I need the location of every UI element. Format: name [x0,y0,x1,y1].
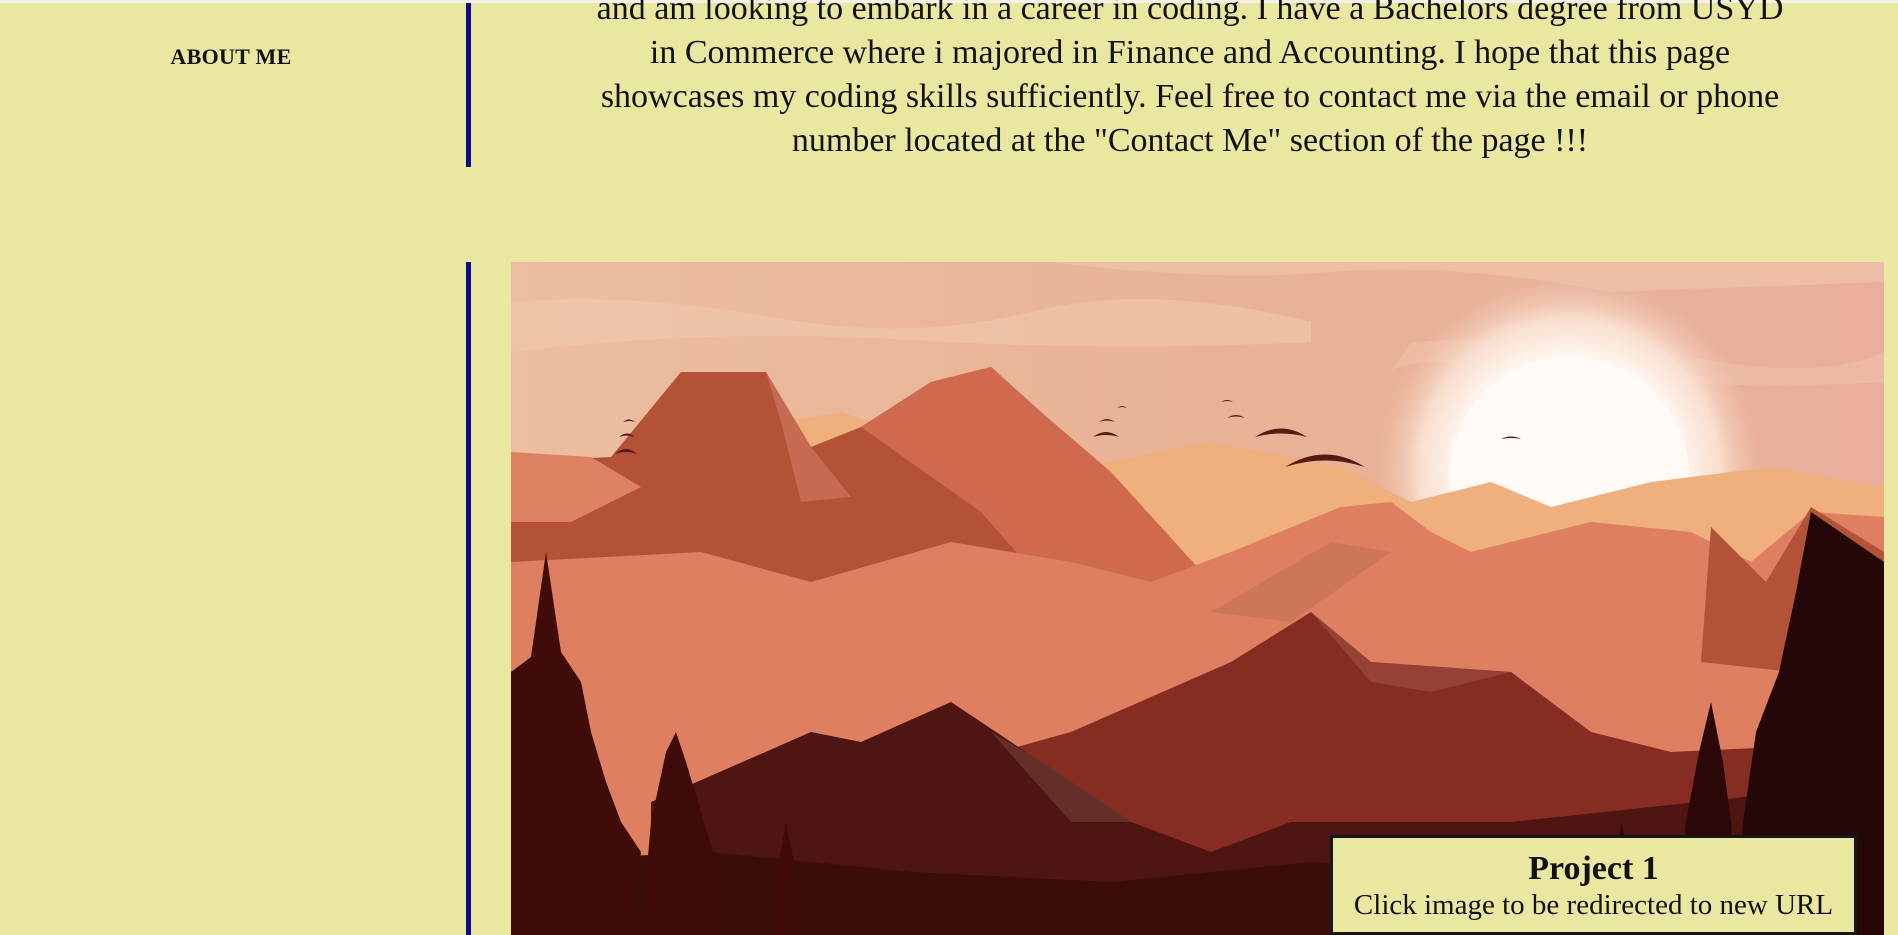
about-line: number located at the "Contact Me" secti… [791,122,1589,159]
project-subtitle: Click image to be redirected to new URL [1353,889,1834,921]
project-caption: Project 1 Click image to be redirected t… [1330,835,1857,935]
section-divider [466,3,471,167]
about-line: showcases my coding skills sufficiently.… [600,78,1780,115]
about-me-text: and am looking to embark in a career in … [511,0,1869,163]
about-line: in Commerce where i majored in Finance a… [649,34,1731,71]
project-title: Project 1 [1528,850,1659,887]
section-divider [466,262,471,935]
about-line: and am looking to embark in a career in … [596,0,1784,27]
nav-about-me[interactable]: ABOUT ME [0,44,462,70]
